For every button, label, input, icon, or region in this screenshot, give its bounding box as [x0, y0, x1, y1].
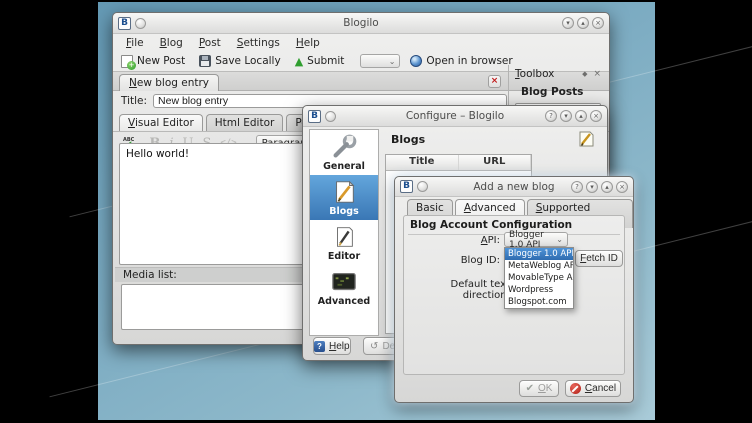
submit-label: Submit — [307, 55, 344, 67]
tab-html-editor[interactable]: Html Editor — [206, 114, 284, 131]
screen: B Blogilo ▾ ▴ × File Blog Post Settings … — [0, 0, 752, 423]
close-icon[interactable]: × — [616, 181, 628, 193]
api-label: API: — [444, 235, 500, 246]
browser-globe-icon — [410, 55, 422, 67]
edit-blog-icon[interactable] — [577, 130, 595, 148]
new-post-label: New Post — [137, 55, 185, 67]
column-url[interactable]: URL — [459, 155, 532, 170]
main-titlebar[interactable]: B Blogilo ▾ ▴ × — [113, 13, 609, 34]
blog-account-configuration-group: Blog Account Configuration API: Blogger … — [403, 215, 625, 375]
help-badge-icon: ? — [314, 341, 325, 352]
add-blog-dialog: B Add a new blog ? ▾ ▴ × Basic Advanced … — [394, 176, 634, 403]
configure-sidebar: General Blogs Editor — [309, 129, 379, 336]
close-icon[interactable]: × — [592, 17, 604, 29]
dropdown-option-blogspot[interactable]: Blogspot.com — [505, 296, 573, 308]
save-locally-label: Save Locally — [215, 55, 280, 67]
blog-id-label: Blog ID: — [434, 255, 500, 266]
help-button[interactable]: ? Help — [313, 337, 351, 355]
menu-settings[interactable]: Settings — [230, 35, 287, 51]
blogilo-app-icon: B — [400, 180, 413, 193]
open-in-browser-button[interactable]: Open in browser — [406, 55, 516, 67]
blogilo-app-icon: B — [308, 110, 321, 123]
blog-posts-heading: Blog Posts — [511, 82, 605, 101]
save-locally-button[interactable]: Save Locally — [195, 55, 284, 67]
dropdown-option-wordpress[interactable]: Wordpress — [505, 284, 573, 296]
dropdown-option-blogger[interactable]: Blogger 1.0 API — [505, 248, 573, 260]
tab-new-blog-entry[interactable]: New blog entry — [119, 74, 219, 91]
text-direction-label: Default text direction: — [408, 279, 510, 301]
advanced-screen-icon — [329, 269, 359, 295]
menu-file[interactable]: File — [119, 35, 151, 51]
maximize-icon[interactable]: ▴ — [575, 110, 587, 122]
new-post-button[interactable]: + New Post — [117, 55, 189, 68]
editor-text: Hello world! — [126, 148, 189, 160]
api-dropdown-popup: Blogger 1.0 API MetaWeblog API MovableTy… — [504, 247, 574, 309]
api-combo[interactable]: Blogger 1.0 API ⌄ — [504, 232, 568, 247]
submit-icon: ▲ — [295, 56, 303, 67]
close-icon[interactable]: × — [590, 110, 602, 122]
cancel-icon — [570, 383, 581, 394]
sidebar-item-editor[interactable]: Editor — [310, 220, 378, 265]
blog-selector-combo[interactable]: ⌄ — [360, 54, 400, 68]
blogs-table-header: Title URL — [386, 155, 531, 171]
ok-check-icon: ✔ — [526, 383, 534, 394]
menu-post[interactable]: Post — [192, 35, 228, 51]
fetch-id-button[interactable]: Fetch ID — [575, 250, 623, 267]
toolbox-float-icon[interactable]: ◆ — [582, 70, 587, 78]
editor-pencil-icon — [329, 224, 359, 250]
title-label: Title: — [121, 95, 147, 107]
save-icon — [199, 55, 211, 67]
cancel-button[interactable]: Cancel — [565, 380, 621, 397]
new-post-icon: + — [121, 55, 133, 68]
blogilo-app-icon: B — [118, 17, 131, 30]
submit-button[interactable]: ▲ Submit — [291, 55, 349, 67]
chevron-down-icon: ⌄ — [556, 235, 563, 244]
configure-titlebar[interactable]: B Configure – Blogilo ? ▾ ▴ × — [303, 106, 607, 127]
help-icon[interactable]: ? — [571, 181, 583, 193]
minimize-icon[interactable]: ▾ — [586, 181, 598, 193]
toolbox-title: Toolbox — [515, 68, 554, 80]
tab-close-icon[interactable]: × — [488, 75, 501, 88]
media-list-label: Media list: — [123, 269, 177, 281]
main-window-title: Blogilo — [113, 17, 609, 29]
help-icon[interactable]: ? — [545, 110, 557, 122]
menu-blog[interactable]: Blog — [153, 35, 190, 51]
undo-icon: ↺ — [370, 341, 378, 352]
maximize-icon[interactable]: ▴ — [601, 181, 613, 193]
blogs-page-heading: Blogs — [391, 133, 425, 146]
ok-button[interactable]: ✔ OK — [519, 380, 559, 397]
tab-visual-editor[interactable]: Visual Editor — [119, 114, 203, 131]
sidebar-item-advanced[interactable]: Advanced — [310, 265, 378, 310]
blog-note-icon — [329, 179, 359, 205]
wrench-icon — [329, 134, 359, 160]
toolbox-close-icon[interactable]: × — [593, 69, 601, 79]
minimize-icon[interactable]: ▾ — [560, 110, 572, 122]
dialog-buttons-row: ✔ OK Cancel — [395, 380, 633, 397]
column-title[interactable]: Title — [386, 155, 459, 170]
add-blog-titlebar[interactable]: B Add a new blog ? ▾ ▴ × — [395, 177, 633, 197]
chevron-down-icon: ⌄ — [389, 57, 396, 66]
menu-help[interactable]: Help — [289, 35, 327, 51]
menubar: File Blog Post Settings Help — [113, 34, 609, 52]
minimize-icon[interactable]: ▾ — [562, 17, 574, 29]
open-in-browser-label: Open in browser — [426, 55, 512, 67]
sidebar-item-blogs[interactable]: Blogs — [310, 175, 378, 220]
dropdown-option-metaweblog[interactable]: MetaWeblog API — [505, 260, 573, 272]
sidebar-item-general[interactable]: General — [310, 130, 378, 175]
dropdown-option-movabletype[interactable]: MovableType API — [505, 272, 573, 284]
maximize-icon[interactable]: ▴ — [577, 17, 589, 29]
